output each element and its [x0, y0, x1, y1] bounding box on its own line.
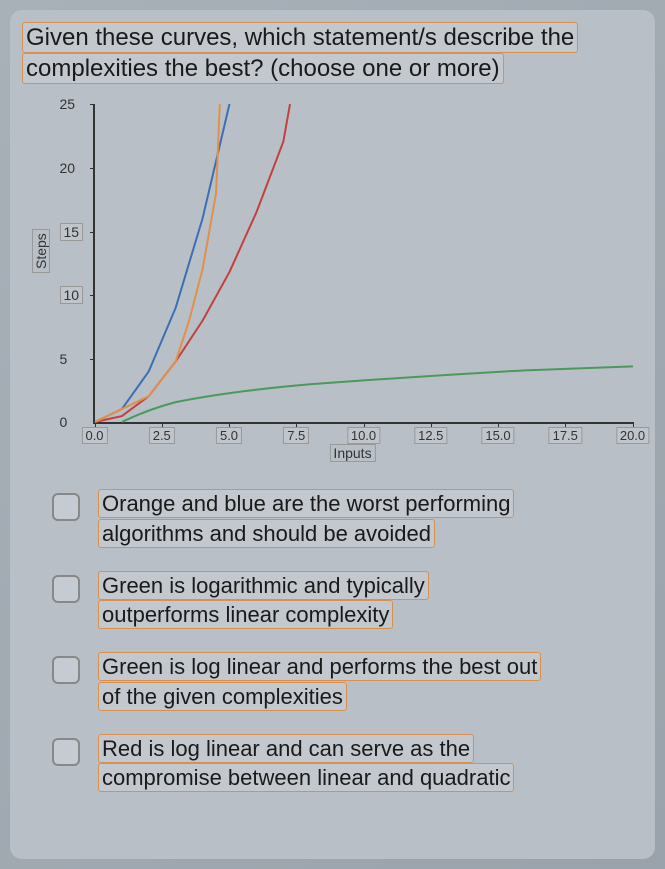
red-curve — [95, 104, 290, 422]
option-1-text: Orange and blue are the worst performing… — [98, 489, 514, 548]
x-tick-20: 20.0 — [616, 427, 649, 444]
y-tick-0: 0 — [60, 414, 68, 430]
question-line-1: Given these curves, which statement/s de… — [22, 22, 578, 53]
answer-options: Orange and blue are the worst performing… — [22, 489, 643, 793]
green-curve — [121, 367, 632, 423]
y-tick-5: 5 — [60, 351, 68, 367]
checkbox-3[interactable] — [52, 656, 80, 684]
plot-area: 25 20 15 10 5 0 0.0 2.5 5.0 7.5 10.0 12.… — [93, 104, 633, 424]
option-4-text: Red is log linear and can serve as the c… — [98, 734, 514, 793]
orange-curve — [95, 104, 220, 422]
x-tick-2.5: 2.5 — [149, 427, 175, 444]
y-tick-25: 25 — [60, 96, 76, 112]
y-axis-label: Steps — [32, 230, 50, 274]
question-line-2: complexities the best? (choose one or mo… — [22, 53, 504, 84]
option-3: Green is log linear and performs the bes… — [52, 652, 643, 711]
curves-svg — [95, 104, 633, 422]
y-tick-15: 15 — [60, 223, 84, 241]
x-tick-17.5: 17.5 — [549, 427, 582, 444]
checkbox-2[interactable] — [52, 575, 80, 603]
y-tick-10: 10 — [60, 286, 84, 304]
x-tick-5: 5.0 — [216, 427, 242, 444]
option-2: Green is logarithmic and typically outpe… — [52, 571, 643, 630]
x-tick-7.5: 7.5 — [283, 427, 309, 444]
blue-curve — [95, 104, 230, 422]
option-4: Red is log linear and can serve as the c… — [52, 734, 643, 793]
question-card: Given these curves, which statement/s de… — [10, 10, 655, 859]
x-axis-label: Inputs — [329, 444, 375, 462]
complexity-chart: Steps 25 20 15 10 5 0 0.0 2.5 5.0 7.5 10… — [23, 94, 643, 464]
question-prompt: Given these curves, which statement/s de… — [22, 22, 643, 84]
x-tick-0: 0.0 — [81, 427, 107, 444]
x-tick-12.5: 12.5 — [414, 427, 447, 444]
option-2-text: Green is logarithmic and typically outpe… — [98, 571, 429, 630]
checkbox-1[interactable] — [52, 493, 80, 521]
x-tick-10: 10.0 — [347, 427, 380, 444]
option-1: Orange and blue are the worst performing… — [52, 489, 643, 548]
checkbox-4[interactable] — [52, 738, 80, 766]
y-tick-20: 20 — [60, 160, 76, 176]
option-3-text: Green is log linear and performs the bes… — [98, 652, 541, 711]
x-tick-15: 15.0 — [481, 427, 514, 444]
